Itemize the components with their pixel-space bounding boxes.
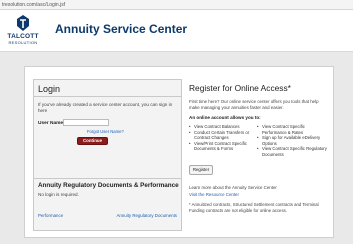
address-bar[interactable]: tresolution.com/asc/Login.jsf <box>0 0 353 10</box>
main-content: Login If you've already created a servic… <box>24 66 334 238</box>
list-item: View/Print Contract Specific Documents &… <box>189 141 261 152</box>
login-title: Login <box>38 84 61 94</box>
site-title: Annuity Service Center <box>55 22 188 36</box>
allows-heading: An online account allows you to: <box>189 115 261 120</box>
logo-mark-icon <box>17 15 29 31</box>
feature-list: View Contract Balances Conduct Certain T… <box>189 124 261 152</box>
site-header: TALCOTT RESOLUTION Annuity Service Cente… <box>0 10 353 52</box>
eligibility-footnote: * Annuitized contracts, Structured Settl… <box>189 202 319 213</box>
logo-name: TALCOTT <box>7 33 39 40</box>
regulatory-note: No login is required. <box>38 192 79 197</box>
divider <box>34 96 181 97</box>
register-panel: Register for Online Access* First time h… <box>189 79 329 235</box>
list-item: View Contract Specific Performance & Rat… <box>257 124 329 135</box>
list-item: Sign up for Available eDelivery Options <box>257 135 329 146</box>
learn-more-text: Learn more about the Annuity Service Cen… <box>189 185 277 190</box>
divider <box>34 178 181 179</box>
regulatory-documents-link[interactable]: Annuity Regulatory Documents <box>116 213 177 218</box>
login-panel: Login If you've already created a servic… <box>33 79 182 231</box>
username-label: User Name <box>38 121 64 126</box>
register-button[interactable]: Register <box>189 165 213 175</box>
regulatory-title: Annuity Regulatory Documents & Performan… <box>38 182 179 189</box>
login-intro: If you've already created a service cent… <box>38 102 173 114</box>
url-text: tresolution.com/asc/Login.jsf <box>2 2 66 8</box>
logo-subtitle: RESOLUTION <box>8 40 38 45</box>
forgot-username-link[interactable]: Forgot User Name? <box>87 129 124 134</box>
performance-link[interactable]: Performance <box>38 213 63 218</box>
register-intro: First time here? Our online service cent… <box>189 99 319 110</box>
register-title: Register for Online Access* <box>189 83 291 93</box>
resource-center-link[interactable]: Visit the Resource Center <box>189 192 239 197</box>
list-item: View Contract Specific Regulatory Docume… <box>257 146 329 157</box>
list-item: Conduct Certain Transfers or Contract Ch… <box>189 130 261 141</box>
talcott-logo[interactable]: TALCOTT RESOLUTION <box>7 14 39 48</box>
username-input[interactable] <box>63 119 109 126</box>
continue-button[interactable]: Continue <box>77 137 108 145</box>
feature-list: View Contract Specific Performance & Rat… <box>257 124 329 158</box>
